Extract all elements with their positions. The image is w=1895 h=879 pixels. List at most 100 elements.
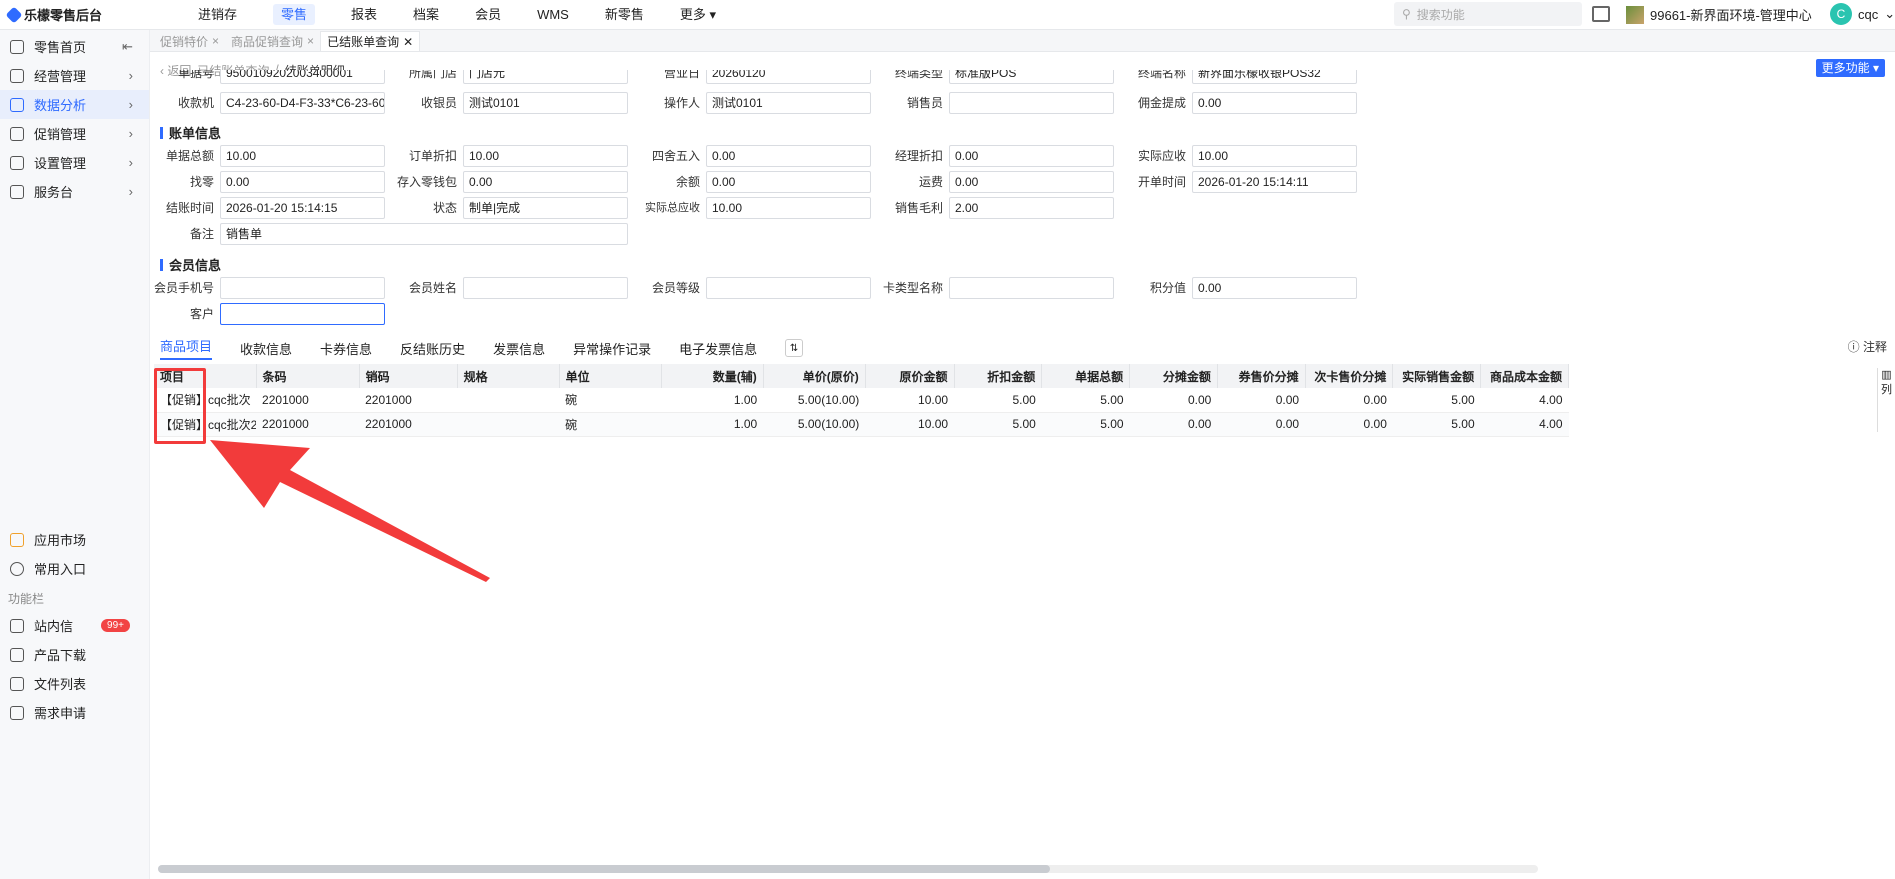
change-field[interactable]: 0.00 [220,171,385,193]
app-market-icon [10,532,24,547]
top-bar: 乐檬零售后台 进销存 零售 报表 档案 会员 WMS 新零售 更多 ▾ ⚲ 搜索… [0,0,1895,30]
nav-lingshou[interactable]: 零售 [255,0,333,30]
col-spec[interactable]: 规格 [457,364,560,388]
table-row[interactable]: 【促销】cqc批次2 2201000 2201000 碗 1.00 5.00(1… [154,412,1569,437]
sidebar-item-operations[interactable]: 经营管理 › [0,61,149,90]
wallet-deposit-field[interactable]: 0.00 [463,171,628,193]
tab-settled-bills[interactable]: 已结账单查询 ✕ [320,31,421,51]
user-menu[interactable]: C cqc ⌄ [1830,3,1895,25]
col-allocated[interactable]: 分摊金额 [1129,364,1218,388]
app-logo[interactable]: 乐檬零售后台 [0,5,180,24]
chevron-right-icon: › [128,68,133,83]
bill-total-field[interactable]: 10.00 [220,145,385,167]
order-discount-field[interactable]: 10.00 [463,145,628,167]
search-icon: ⚲ [1402,7,1411,21]
member-level-field[interactable] [706,277,871,299]
col-sales-code[interactable]: 销码 [359,364,458,388]
col-coupon-alloc[interactable]: 券售价分摊 [1217,364,1306,388]
download-icon [10,647,24,662]
sidebar-item-favorites[interactable]: 常用入口 [0,554,150,583]
open-time-field[interactable]: 2026-01-20 15:14:11 [1192,171,1357,193]
col-unit-price[interactable]: 单价(原价) [763,364,866,388]
nav-wms[interactable]: WMS [519,0,587,30]
salesperson-field[interactable] [949,92,1114,114]
col-original-amount[interactable]: 原价金额 [865,364,955,388]
balance-field[interactable]: 0.00 [706,171,871,193]
commission-field[interactable]: 0.00 [1192,92,1357,114]
business-day-field[interactable]: 20260120 [706,70,871,84]
sidebar-item-requests[interactable]: 需求申请 [0,698,150,727]
terminal-type-field[interactable]: 标准版POS [949,70,1114,84]
sidebar-item-data-analysis[interactable]: 数据分析 › [0,90,149,119]
col-card-alloc[interactable]: 次卡售价分摊 [1305,364,1394,388]
col-barcode[interactable]: 条码 [256,364,360,388]
line-chart-icon [10,97,24,112]
register-field[interactable]: C4-23-60-D4-F3-33*C6-23-60-D4- [220,92,385,114]
sidebar-item-messages[interactable]: 站内信 99+ [0,611,150,640]
actual-total-receivable-field[interactable]: 10.00 [706,197,871,219]
tab-product-items[interactable]: 商品项目 [160,336,213,360]
horizontal-scrollbar[interactable] [158,865,1538,873]
table-row[interactable]: 【促销】cqc批次 2201000 2201000 碗 1.00 5.00(10… [154,388,1569,413]
nav-more[interactable]: 更多 ▾ [662,0,734,30]
note-link[interactable]: ⓘ 注释 [1848,338,1887,355]
col-unit[interactable]: 单位 [559,364,662,388]
freight-field[interactable]: 0.00 [949,171,1114,193]
receivable-field[interactable]: 10.00 [1192,145,1357,167]
col-bill-total[interactable]: 单据总额 [1041,364,1131,388]
sidebar-item-files[interactable]: 文件列表 [0,669,150,698]
close-icon[interactable]: ✕ [403,35,413,49]
tab-payment-info[interactable]: 收款信息 [240,339,292,358]
store-field[interactable]: 门店元 [463,70,628,84]
sidebar-item-home[interactable]: 零售首页 ⇤ [0,32,149,61]
nav-xinlingshou[interactable]: 新零售 [587,0,662,30]
tab-coupon-info[interactable]: 卡券信息 [320,339,372,358]
rounding-field[interactable]: 0.00 [706,145,871,167]
close-icon[interactable]: × [212,34,219,48]
col-qty[interactable]: 数量(辅) [661,364,764,388]
nav-jinxiaocun[interactable]: 进销存 [180,0,255,30]
member-phone-field[interactable] [220,277,385,299]
column-toggle-strip[interactable]: ▥ 列 [1877,368,1895,432]
gross-profit-field[interactable]: 2.00 [949,197,1114,219]
status-field[interactable]: 制单|完成 [463,197,628,219]
print-icon[interactable] [1592,6,1610,22]
points-field[interactable]: 0.00 [1192,277,1357,299]
member-name-field[interactable] [463,277,628,299]
store-switcher[interactable]: 99661-新界面环境-管理中心 [1626,5,1812,24]
cashier-row: 收款机C4-23-60-D4-F3-33*C6-23-60-D4- 收银员测试0… [150,92,1895,114]
customer-field[interactable] [220,303,385,325]
nav-huiyuan[interactable]: 会员 [457,0,519,30]
tab-reverse-history[interactable]: 反结账历史 [400,339,465,358]
sidebar-item-settings[interactable]: 设置管理 › [0,148,149,177]
search-input[interactable]: ⚲ 搜索功能 [1394,2,1582,26]
tab-promo-query[interactable]: 商品促销查询 × [225,31,320,51]
terminal-name-field[interactable]: 新界面乐檬收银POS32 [1192,70,1357,84]
settle-time-field[interactable]: 2026-01-20 15:14:15 [220,197,385,219]
close-icon[interactable]: × [307,34,314,48]
bill-number-field[interactable]: 9500109202003400001 [220,70,385,84]
tab-promo-price[interactable]: 促销特价 × [154,31,225,51]
col-cost[interactable]: 商品成本金额 [1480,364,1569,388]
manager-discount-field[interactable]: 0.00 [949,145,1114,167]
sidebar-item-service-desk[interactable]: 服务台 › [0,177,149,206]
nav-dangan[interactable]: 档案 [395,0,457,30]
card-type-field[interactable] [949,277,1114,299]
column-settings-icon[interactable]: ⇅ [785,339,804,357]
nav-baobiao[interactable]: 报表 [333,0,395,30]
scrollbar-thumb[interactable] [158,865,1050,873]
col-actual-sales[interactable]: 实际销售金额 [1392,364,1482,388]
page-tabs: 促销特价 × 商品促销查询 × 已结账单查询 ✕ [150,30,1895,52]
tab-invoice-info[interactable]: 发票信息 [493,339,545,358]
sidebar-item-app-market[interactable]: 应用市场 [0,525,150,554]
tab-e-invoice-info[interactable]: 电子发票信息 [679,339,757,358]
collapse-sidebar-icon[interactable]: ⇤ [122,39,133,55]
home-icon [10,39,24,54]
tab-exception-log[interactable]: 异常操作记录 [573,339,651,358]
cashier-field[interactable]: 测试0101 [463,92,628,114]
remark-field[interactable]: 销售单 [220,223,628,245]
operator-field[interactable]: 测试0101 [706,92,871,114]
col-discount-amount[interactable]: 折扣金额 [954,364,1043,388]
sidebar-item-promotion[interactable]: 促销管理 › [0,119,149,148]
sidebar-item-download[interactable]: 产品下载 [0,640,150,669]
